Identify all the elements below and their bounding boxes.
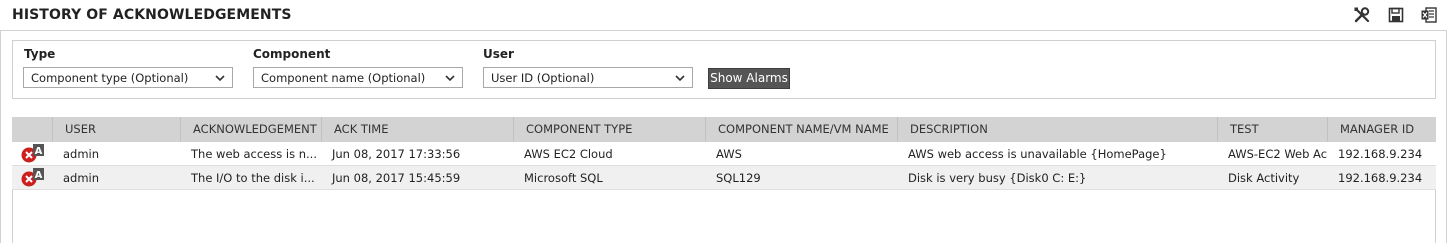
component-type-select-value: Component type (Optional)	[31, 71, 189, 85]
cell-component-name: AWS	[716, 147, 742, 161]
component-name-select[interactable]: Component name (Optional)	[253, 67, 463, 88]
column-header-acknowledgement[interactable]: ACKNOWLEDGEMENT	[180, 117, 321, 142]
cell-test: Disk Activity	[1228, 171, 1300, 185]
column-header-component-name[interactable]: COMPONENT NAME/VM NAME	[705, 117, 897, 142]
cell-test: AWS-EC2 Web Ac...	[1228, 147, 1327, 161]
user-id-select-value: User ID (Optional)	[491, 71, 595, 85]
column-header-user[interactable]: USER	[52, 117, 180, 142]
table-row[interactable]: A admin The I/O to the disk i... Jun 08,…	[12, 166, 1436, 190]
component-name-select-value: Component name (Optional)	[261, 71, 426, 85]
cell-ack-time: Jun 08, 2017 17:33:56	[332, 147, 461, 161]
component-label: Component	[253, 47, 331, 61]
cell-manager-id: 192.168.9.234	[1338, 171, 1423, 185]
column-header-manager-id[interactable]: MANAGER ID	[1327, 117, 1436, 142]
tools-icon[interactable]	[1352, 5, 1372, 25]
cell-acknowledgement: The web access is n...	[191, 147, 317, 161]
column-header-component-type[interactable]: COMPONENT TYPE	[513, 117, 705, 142]
cell-user: admin	[63, 171, 100, 185]
cell-component-type: Microsoft SQL	[524, 171, 603, 185]
user-label: User	[483, 47, 514, 61]
acknowledged-alarm-icon: A	[20, 167, 50, 189]
cell-description: AWS web access is unavailable {HomePage}	[908, 147, 1167, 161]
column-header-ack-time[interactable]: ACK TIME	[321, 117, 513, 142]
show-alarms-button[interactable]: Show Alarms	[708, 68, 790, 89]
cell-acknowledgement: The I/O to the disk i...	[191, 171, 315, 185]
cell-component-type: AWS EC2 Cloud	[524, 147, 613, 161]
save-icon[interactable]	[1386, 5, 1406, 25]
acknowledged-alarm-icon: A	[20, 143, 50, 165]
cell-ack-time: Jun 08, 2017 15:45:59	[332, 171, 461, 185]
excel-export-icon[interactable]	[1419, 5, 1439, 25]
cell-component-name: SQL129	[716, 171, 761, 185]
page-title: HISTORY OF ACKNOWLEDGEMENTS	[12, 7, 292, 23]
cell-user: admin	[63, 147, 100, 161]
chevron-down-icon	[675, 75, 685, 82]
column-header-test[interactable]: TEST	[1217, 117, 1327, 142]
component-type-select[interactable]: Component type (Optional)	[23, 67, 233, 88]
status-badge: A	[35, 170, 43, 181]
title-bar: HISTORY OF ACKNOWLEDGEMENTS	[0, 0, 1447, 31]
type-label: Type	[24, 47, 56, 61]
column-header-description[interactable]: DESCRIPTION	[897, 117, 1217, 142]
chevron-down-icon	[445, 75, 455, 82]
status-badge: A	[35, 146, 43, 157]
user-id-select[interactable]: User ID (Optional)	[483, 67, 693, 88]
cell-manager-id: 192.168.9.234	[1338, 147, 1423, 161]
chevron-down-icon	[215, 75, 225, 82]
cell-description: Disk is very busy {Disk0 C: E:}	[908, 171, 1087, 185]
table-row[interactable]: A admin The web access is n... Jun 08, 2…	[12, 142, 1436, 166]
column-header-status	[12, 117, 52, 142]
